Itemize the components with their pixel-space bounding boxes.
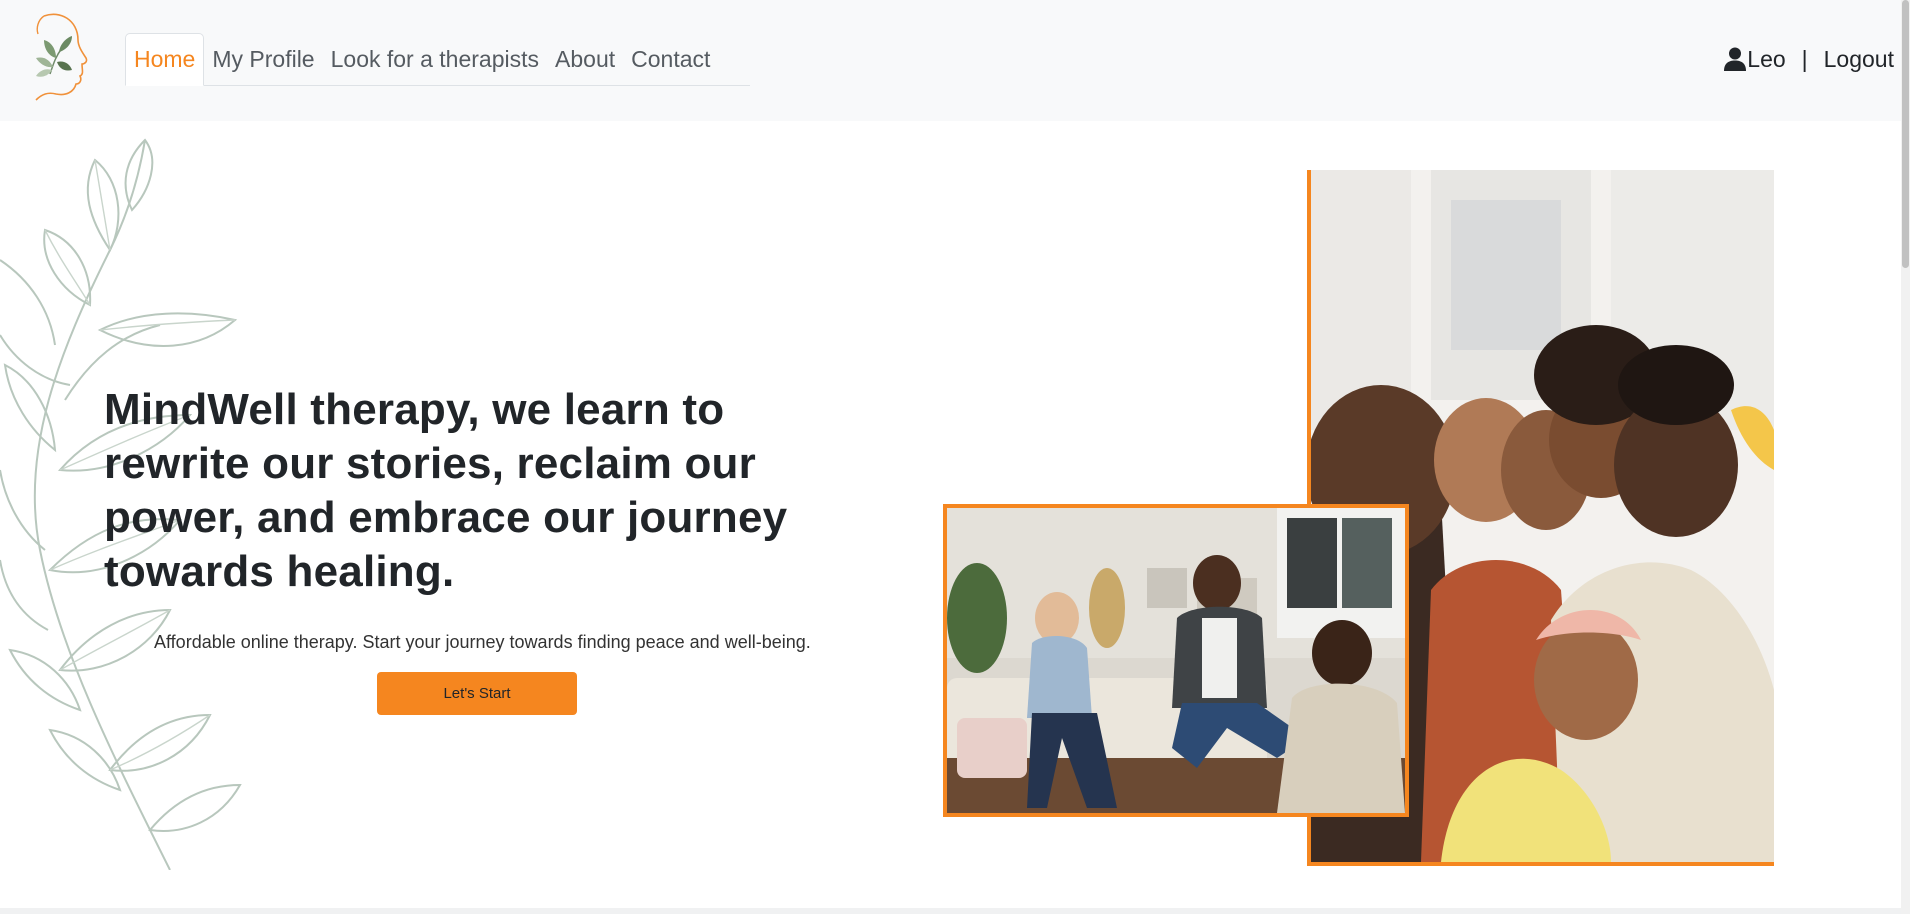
nav-about[interactable]: About <box>547 33 623 85</box>
lets-start-button[interactable]: Let's Start <box>377 672 577 715</box>
scrollbar-thumb[interactable] <box>1902 0 1909 268</box>
section-divider <box>0 908 1901 914</box>
top-navbar: Home My Profile Look for a therapists Ab… <box>0 0 1910 121</box>
nav-look-for-therapists[interactable]: Look for a therapists <box>323 33 547 85</box>
user-separator: | <box>1801 45 1808 72</box>
logout-link[interactable]: Logout <box>1824 46 1894 73</box>
main-nav: Home My Profile Look for a therapists Ab… <box>125 33 750 86</box>
brand-logo-icon[interactable] <box>26 12 98 106</box>
page-scrollbar[interactable] <box>1901 0 1910 914</box>
user-name: Leo <box>1747 45 1786 72</box>
hero-subtext: Affordable online therapy. Start your jo… <box>154 632 811 652</box>
nav-contact[interactable]: Contact <box>623 33 718 85</box>
user-profile-link[interactable]: Leo <box>1724 45 1786 73</box>
therapy-session-photo <box>943 504 1409 817</box>
nav-my-profile[interactable]: My Profile <box>204 33 322 85</box>
user-icon <box>1724 47 1747 71</box>
user-menu: Leo | Logout <box>1724 44 1894 74</box>
nav-home[interactable]: Home <box>125 33 205 86</box>
hero-headline: MindWell therapy, we learn to rewrite ou… <box>104 385 788 596</box>
